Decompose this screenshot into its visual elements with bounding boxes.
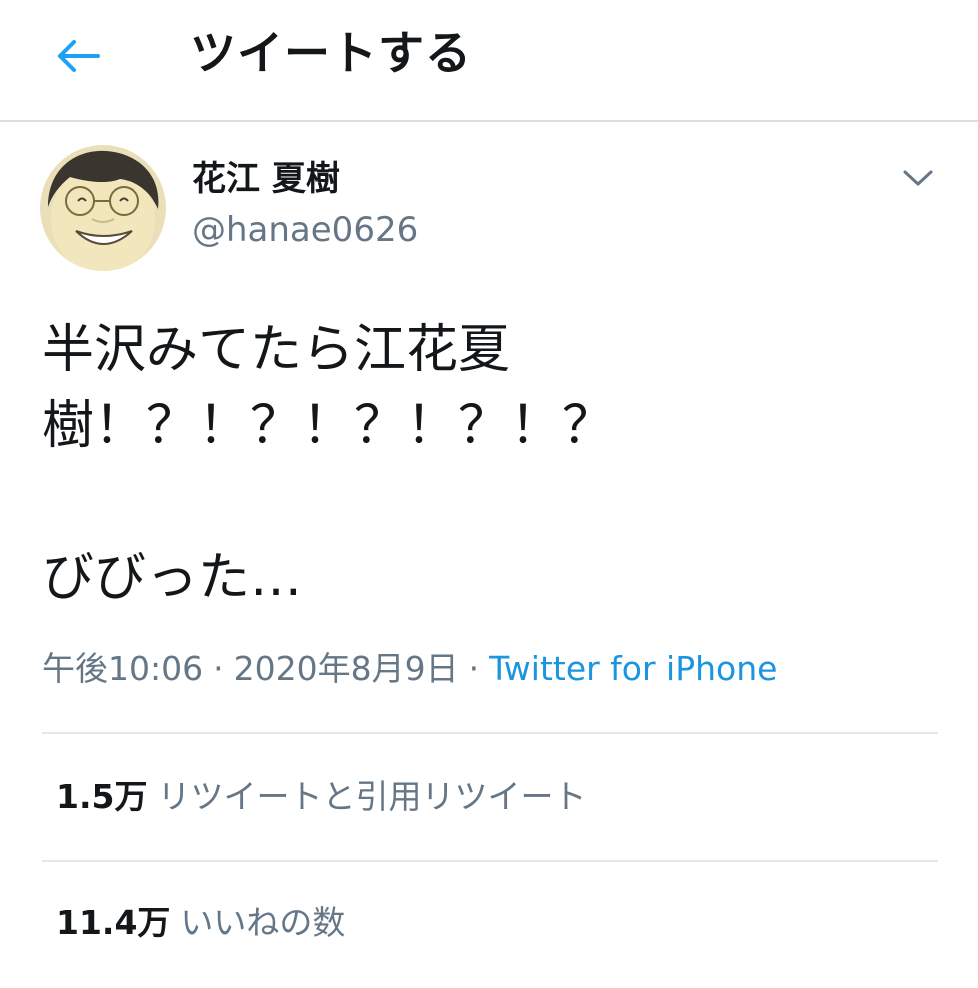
meta-separator: · (213, 649, 224, 688)
likes-label: いいねの数 (180, 903, 346, 942)
likes-count: 11.4万 (56, 903, 171, 942)
page-title: ツイートする (190, 26, 472, 80)
retweets-label: リツイートと引用リツイート (157, 777, 587, 816)
back-button[interactable] (48, 28, 108, 84)
tweet-source-link[interactable]: Twitter for iPhone (489, 649, 777, 688)
tweet-text: 半沢みてたら江花夏 樹！？！？！？！？！？ びびった… (42, 320, 615, 608)
tweet-meta: 午後10:06 · 2020年8月9日 · Twitter for iPhone (42, 646, 777, 692)
user-handle[interactable]: @hanae0626 (192, 207, 418, 253)
divider (42, 732, 938, 734)
likes-stat[interactable]: 11.4万 いいねの数 (56, 900, 345, 946)
tweet-date: 2020年8月9日 (233, 649, 459, 688)
top-bar: ツイートする (0, 0, 978, 122)
retweets-stat[interactable]: 1.5万 リツイートと引用リツイート (56, 774, 586, 820)
tweet-time: 午後10:06 (42, 649, 204, 688)
divider (42, 860, 938, 862)
avatar[interactable] (40, 145, 166, 271)
display-name[interactable]: 花江 夏樹 (192, 155, 340, 203)
retweets-count: 1.5万 (56, 777, 148, 816)
avatar-image (40, 145, 166, 271)
arrow-left-icon (58, 40, 100, 72)
tweet-menu-button[interactable] (896, 158, 940, 198)
chevron-down-icon (903, 170, 933, 186)
meta-separator: · (468, 649, 480, 688)
